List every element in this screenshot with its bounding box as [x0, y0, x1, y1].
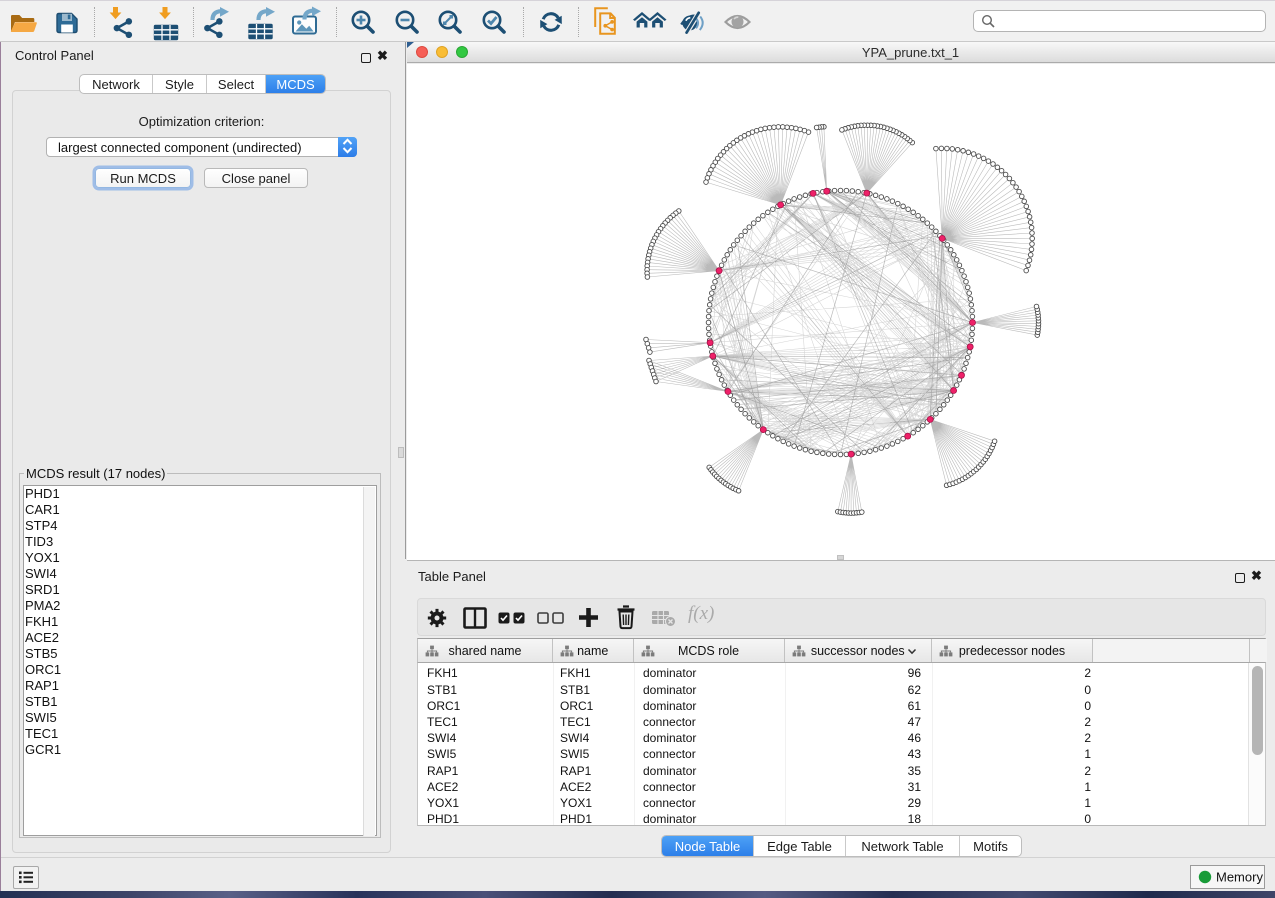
svg-text:Memory: Memory: [1216, 870, 1263, 885]
